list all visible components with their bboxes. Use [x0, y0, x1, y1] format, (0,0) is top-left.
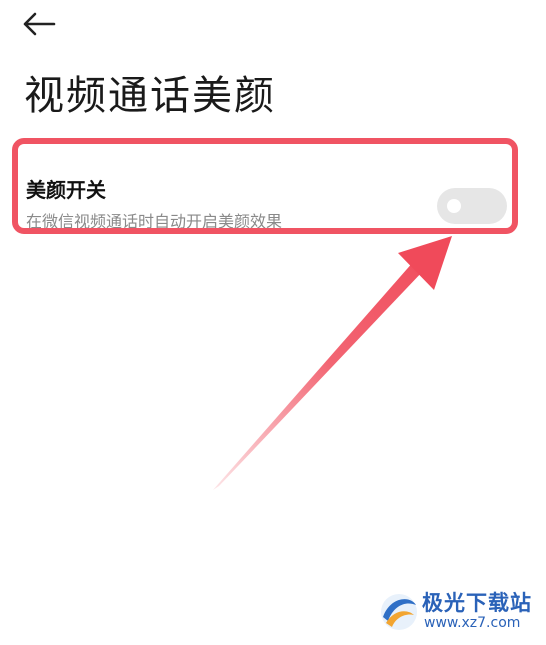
setting-title: 美颜开关 [26, 178, 106, 202]
page-title: 视频通话美颜 [24, 73, 276, 119]
setting-description: 在微信视频通话时自动开启美颜效果 [26, 212, 283, 231]
back-button[interactable] [22, 6, 70, 42]
beauty-toggle-switch[interactable] [437, 188, 507, 224]
beauty-toggle-setting-row[interactable]: 美颜开关 在微信视频通话时自动开启美颜效果 [14, 142, 518, 234]
watermark-url: www.xz7.com [424, 615, 521, 631]
watermark: 极光下载站 www.xz7.com [378, 587, 538, 639]
toggle-knob [447, 199, 461, 213]
watermark-brand: 极光下载站 [422, 591, 532, 615]
aurora-logo-icon [381, 594, 417, 630]
arrow-left-icon [23, 12, 56, 36]
